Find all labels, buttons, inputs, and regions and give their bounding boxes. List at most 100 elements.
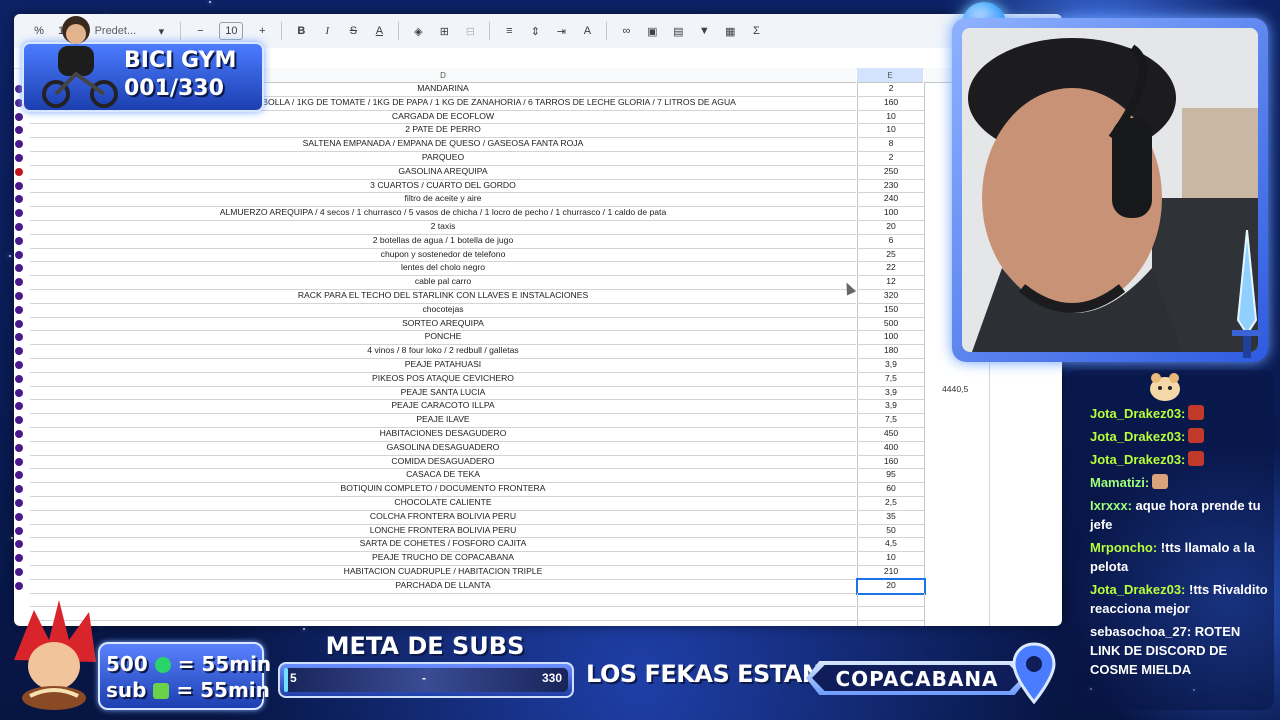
- sheet-grid[interactable]: MANDARINA 2 AJO CABEZAS / 1KG DE CEBOLLA /…: [14, 82, 1062, 626]
- cell-amount[interactable]: 8: [857, 137, 925, 152]
- cell-amount[interactable]: 450: [857, 427, 925, 442]
- cell-amount[interactable]: 10: [857, 123, 925, 139]
- merge-icon[interactable]: ⊟: [463, 22, 477, 40]
- cell-amount[interactable]: 4,5: [857, 537, 925, 553]
- cell-description[interactable]: GASOLINA DESAGUADERO: [30, 441, 856, 456]
- cell-amount[interactable]: 10: [857, 109, 925, 125]
- cell-amount[interactable]: 150: [857, 302, 925, 318]
- align-icon[interactable]: ≡: [502, 22, 516, 40]
- table-row[interactable]: RACK PARA EL TECHO DEL STARLINK CON LLAV…: [14, 289, 1062, 304]
- cell-description[interactable]: cable pal carro: [30, 275, 856, 290]
- table-row[interactable]: lentes del cholo negro 22: [14, 261, 1062, 277]
- chat-username[interactable]: Jota_Drakez03:: [1090, 406, 1185, 421]
- cell-amount[interactable]: 240: [857, 192, 925, 208]
- cell-amount[interactable]: 100: [857, 330, 925, 346]
- cell-description[interactable]: BOTIQUIN COMPLETO / DOCUMENTO FRONTERA: [30, 482, 856, 497]
- table-row[interactable]: PEAJE SANTA LUCIA 3,9: [14, 385, 1062, 401]
- filter-views-icon[interactable]: ▦: [723, 22, 737, 40]
- cell-description[interactable]: 2 taxis: [30, 220, 856, 235]
- cell-description[interactable]: CASACA DE TEKA: [30, 468, 856, 484]
- table-row[interactable]: COMIDA DESAGUADERO 160: [14, 454, 1062, 470]
- cell-description[interactable]: PEAJE PATAHUASI: [30, 358, 856, 373]
- chevron-down-icon[interactable]: ▾: [154, 22, 168, 40]
- table-row[interactable]: [14, 592, 1062, 608]
- cell-description[interactable]: filtro de aceite y aire: [30, 192, 856, 208]
- chat-username[interactable]: Mrponcho:: [1090, 540, 1157, 555]
- table-row[interactable]: HABITACION CUADRUPLE / HABITACION TRIPLE…: [14, 565, 1062, 580]
- fill-color-icon[interactable]: ◈: [411, 22, 425, 40]
- cell-amount[interactable]: 2,5: [857, 496, 925, 511]
- borders-icon[interactable]: ⊞: [437, 22, 451, 40]
- text-color-icon[interactable]: A: [372, 22, 386, 40]
- cell-description[interactable]: COLCHA FRONTERA BOLIVIA PERU: [30, 510, 856, 525]
- cell-amount[interactable]: 180: [857, 344, 925, 359]
- table-row[interactable]: GASOLINA DESAGUADERO 400: [14, 440, 1062, 456]
- table-row[interactable]: filtro de aceite y aire 240: [14, 192, 1062, 208]
- table-row[interactable]: PARCHADA DE LLANTA 20: [14, 577, 1062, 595]
- table-row[interactable]: PARQUEO 2: [14, 151, 1062, 166]
- table-row[interactable]: PEAJE CARACOTO ILLPA 3,9: [14, 399, 1062, 415]
- total-cell[interactable]: 4440,5: [942, 384, 968, 394]
- table-row[interactable]: PEAJE PATAHUASI 3,9: [14, 358, 1062, 373]
- table-row[interactable]: HABITACIONES DESAGUDERO 450: [14, 427, 1062, 442]
- chart-icon[interactable]: ▤: [671, 22, 685, 40]
- valign-icon[interactable]: ⇕: [528, 22, 542, 40]
- cell-amount[interactable]: 3,9: [857, 399, 925, 415]
- cell-description[interactable]: RACK PARA EL TECHO DEL STARLINK CON LLAV…: [30, 289, 856, 304]
- table-row[interactable]: PIKEOS POS ATAQUE CEVICHERO 7,5: [14, 371, 1062, 387]
- cell-amount[interactable]: 250: [857, 164, 925, 180]
- cell-amount[interactable]: 3,9: [857, 385, 925, 401]
- cell-amount[interactable]: 400: [857, 440, 925, 456]
- cell-description[interactable]: PEAJE SANTA LUCIA: [30, 386, 856, 401]
- cell-description[interactable]: PIKEOS POS ATAQUE CEVICHERO: [30, 372, 856, 387]
- cell-amount[interactable]: 160: [857, 454, 925, 470]
- font-size-input[interactable]: 10: [219, 22, 244, 40]
- cell-amount[interactable]: 7,5: [857, 371, 925, 387]
- table-row[interactable]: ALMUERZO AREQUIPA / 4 secos / 1 churrasc…: [14, 206, 1062, 221]
- functions-icon[interactable]: Σ: [749, 22, 763, 40]
- table-row[interactable]: chocotejas 150: [14, 302, 1062, 318]
- cell-description[interactable]: LONCHE FRONTERA BOLIVIA PERU: [30, 524, 856, 539]
- cell-amount[interactable]: 35: [857, 509, 925, 525]
- link-icon[interactable]: ∞: [619, 22, 633, 40]
- table-row[interactable]: PONCHE 100: [14, 330, 1062, 346]
- filter-icon[interactable]: ▼: [697, 22, 711, 40]
- cell-description[interactable]: PEAJE TRUCHO DE COPACABANA: [30, 551, 856, 566]
- cell-description[interactable]: HABITACIONES DESAGUDERO: [30, 427, 856, 442]
- cell-description[interactable]: 2 botellas de agua / 1 botella de jugo: [30, 234, 856, 249]
- cell-amount[interactable]: 3,9: [857, 358, 925, 373]
- cell-description[interactable]: COMIDA DESAGUADERO: [30, 455, 856, 470]
- table-row[interactable]: LONCHE FRONTERA BOLIVIA PERU 50: [14, 523, 1062, 539]
- cell-description[interactable]: lentes del cholo negro: [30, 261, 856, 277]
- cell-amount[interactable]: 7,5: [857, 413, 925, 428]
- table-row[interactable]: BOTIQUIN COMPLETO / DOCUMENTO FRONTERA 60: [14, 482, 1062, 497]
- cell-amount[interactable]: [857, 620, 925, 626]
- table-row[interactable]: COLCHA FRONTERA BOLIVIA PERU 35: [14, 509, 1062, 525]
- cell-amount[interactable]: 50: [857, 523, 925, 539]
- comment-icon[interactable]: ▣: [645, 22, 659, 40]
- cell-description[interactable]: GASOLINA AREQUIPA: [30, 165, 856, 180]
- table-row[interactable]: PEAJE ILAVE 7,5: [14, 413, 1062, 428]
- cell-amount[interactable]: 60: [857, 482, 925, 497]
- table-row[interactable]: PEAJE TRUCHO DE COPACABANA 10: [14, 551, 1062, 566]
- table-row[interactable]: [14, 606, 1062, 622]
- cell-amount[interactable]: 95: [857, 468, 925, 484]
- cell-description[interactable]: ALMUERZO AREQUIPA / 4 secos / 1 churrasc…: [30, 206, 856, 221]
- wrap-icon[interactable]: ⇥: [554, 22, 568, 40]
- cell-description[interactable]: SARTA DE COHETES / FOSFORO CAJITA: [30, 537, 856, 553]
- cell-description[interactable]: HABITACION CUADRUPLE / HABITACION TRIPLE: [30, 565, 856, 580]
- cell-description[interactable]: chupon y sostenedor de telefono: [30, 248, 856, 263]
- cell-amount[interactable]: 230: [857, 178, 925, 194]
- cell-amount[interactable]: 10: [857, 551, 925, 566]
- cell-description[interactable]: PONCHE: [30, 330, 856, 346]
- table-row[interactable]: SARTA DE COHETES / FOSFORO CAJITA 4,5: [14, 537, 1062, 553]
- cell-amount[interactable]: 2: [857, 82, 925, 97]
- table-row[interactable]: SALTENA EMPANADA / EMPANA DE QUESO / GAS…: [14, 137, 1062, 152]
- table-row[interactable]: CHOCOLATE CALIENTE 2,5: [14, 496, 1062, 511]
- table-row[interactable]: cable pal carro 12: [14, 275, 1062, 290]
- cell-amount[interactable]: 100: [857, 206, 925, 221]
- cell-amount[interactable]: 6: [857, 233, 925, 249]
- cell-amount[interactable]: 12: [857, 275, 925, 290]
- table-row[interactable]: 2 botellas de agua / 1 botella de jugo 6: [14, 233, 1062, 249]
- table-row[interactable]: 2 PATE DE PERRO 10: [14, 123, 1062, 139]
